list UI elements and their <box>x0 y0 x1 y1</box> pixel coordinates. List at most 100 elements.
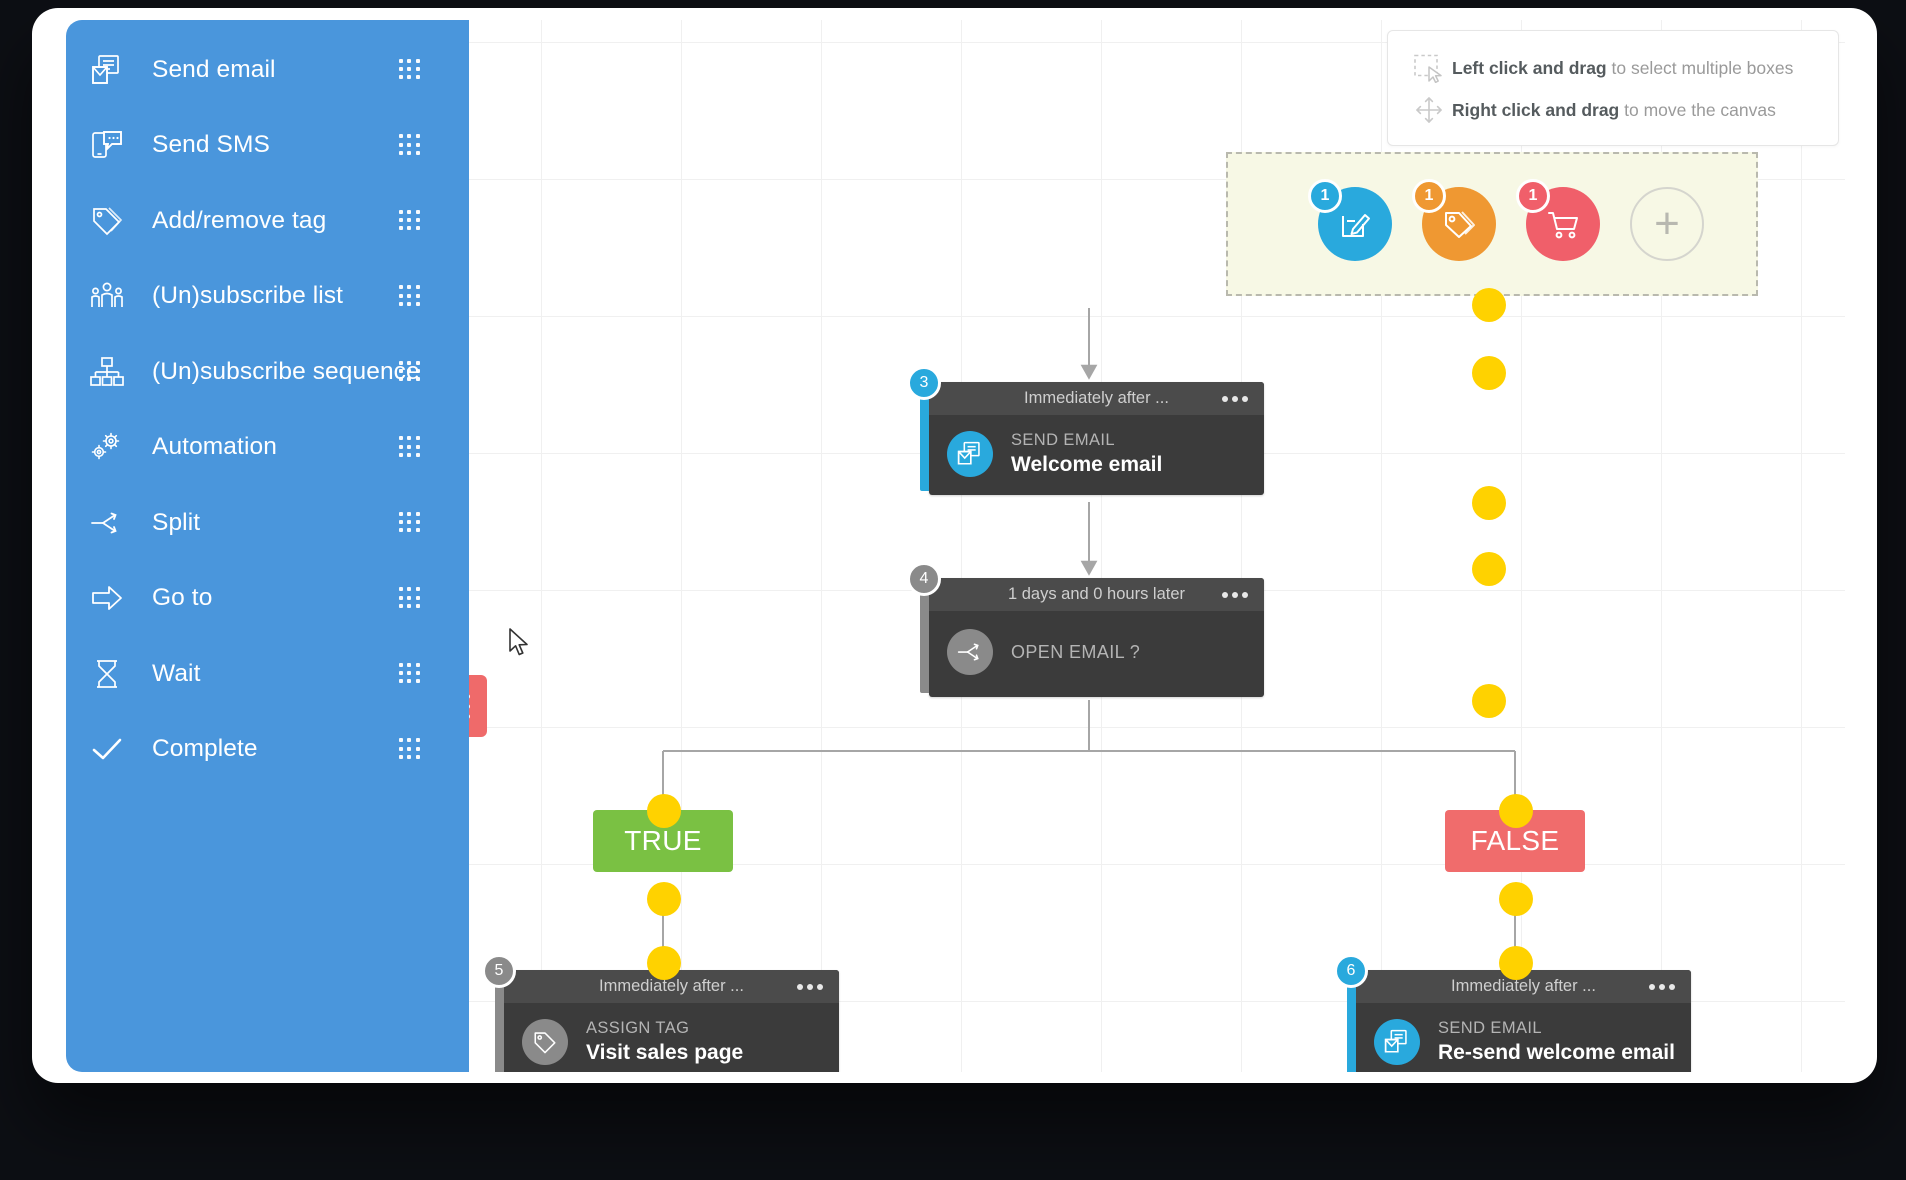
starting-rule-count: 1 <box>1308 179 1342 213</box>
action-palette-sidebar: Send email Send SMS Add/remove tag (Un)s… <box>66 20 469 1072</box>
node-accent-stripe <box>920 386 929 491</box>
connector-dot[interactable] <box>647 946 681 980</box>
starting-rule-cart[interactable]: 1 <box>1516 179 1600 261</box>
arrow-right-icon <box>84 576 130 620</box>
help-text: Left click and drag to select multiple b… <box>1452 58 1793 79</box>
drag-handle[interactable] <box>399 511 421 534</box>
node-body: SEND EMAIL Re-send welcome email <box>1356 1003 1691 1072</box>
help-row-right-click: Right click and drag to move the canvas <box>1406 89 1822 131</box>
branch-label: FALSE <box>1470 825 1560 856</box>
node-timing-label: Immediately after ... <box>1451 977 1596 995</box>
marquee-select-icon <box>1406 53 1452 83</box>
gears-icon <box>84 425 130 469</box>
connector-dot[interactable] <box>1472 684 1506 718</box>
connector-dot[interactable] <box>647 882 681 916</box>
sidebar-collapse-tab[interactable] <box>469 675 487 737</box>
help-bold: Right click and drag <box>1452 99 1620 120</box>
node-kind-label: SEND EMAIL <box>1438 1019 1542 1037</box>
sidebar-item-label: (Un)subscribe sequence <box>152 357 420 385</box>
sidebar-item-go-to[interactable]: Go to <box>66 561 469 637</box>
hourglass-icon <box>84 652 130 696</box>
node-text-block: ASSIGN TAG Visit sales page <box>586 1017 743 1067</box>
email-icon <box>84 48 130 92</box>
node-menu-icon[interactable] <box>1649 983 1675 990</box>
node-accent-stripe <box>920 582 929 693</box>
app-root: Send email Send SMS Add/remove tag (Un)s… <box>0 0 1906 1180</box>
connector-dot[interactable] <box>1472 356 1506 390</box>
split-icon <box>84 501 130 545</box>
sidebar-item-label: Automation <box>152 433 277 461</box>
email-icon <box>947 430 993 477</box>
flow-node-open-email-split[interactable]: 4 1 days and 0 hours later OPEN EMAIL ? <box>907 562 1264 697</box>
workflow-canvas[interactable]: Left click and drag to select multiple b… <box>469 20 1845 1072</box>
connector-dot[interactable] <box>1472 486 1506 520</box>
node-name-label: Re-send welcome email <box>1438 1041 1675 1065</box>
connector-dot[interactable] <box>1472 552 1506 586</box>
add-starting-rule-button[interactable]: + <box>1630 187 1704 261</box>
sidebar-item-send-email[interactable]: Send email <box>66 32 469 108</box>
help-text: Right click and drag to move the canvas <box>1452 100 1776 121</box>
starting-rule-tag[interactable]: 1 <box>1412 179 1496 261</box>
connector-dot[interactable] <box>1499 946 1533 980</box>
node-body: OPEN EMAIL ? <box>929 611 1264 697</box>
help-row-left-click: Left click and drag to select multiple b… <box>1406 47 1822 89</box>
node-menu-icon[interactable] <box>797 983 823 990</box>
drag-handle[interactable] <box>399 209 421 232</box>
node-sequence-badge: 3 <box>907 366 941 400</box>
drag-handle[interactable] <box>399 58 421 81</box>
node-body: SEND EMAIL Welcome email <box>929 415 1264 495</box>
connector-dot[interactable] <box>1499 794 1533 828</box>
browser-window-frame: Send email Send SMS Add/remove tag (Un)s… <box>32 8 1877 1083</box>
node-sequence-badge: 4 <box>907 562 941 596</box>
drag-handle[interactable] <box>399 134 421 156</box>
node-name-label: Visit sales page <box>586 1041 744 1065</box>
email-icon <box>1374 1018 1420 1065</box>
sidebar-item-label: Send SMS <box>152 131 270 159</box>
connector-dot[interactable] <box>1472 288 1506 322</box>
node-body: ASSIGN TAG Visit sales page <box>504 1003 839 1072</box>
connector-dot[interactable] <box>1499 882 1533 916</box>
drag-handle[interactable] <box>399 587 421 609</box>
flow-node-send-email-welcome[interactable]: 3 Immediately after ... SEND EMAIL Welco… <box>907 366 1264 495</box>
node-sequence-badge: 5 <box>482 954 516 988</box>
sidebar-item-send-sms[interactable]: Send SMS <box>66 108 469 184</box>
sidebar-item-automation[interactable]: Automation <box>66 410 469 486</box>
starting-rule-count: 1 <box>1412 179 1446 213</box>
node-kind-label: OPEN EMAIL ? <box>1011 641 1141 662</box>
mouse-cursor-icon <box>508 628 530 663</box>
sidebar-item-unsubscribe-list[interactable]: (Un)subscribe list <box>66 259 469 335</box>
connector-dot[interactable] <box>647 794 681 828</box>
sidebar-item-split[interactable]: Split <box>66 485 469 561</box>
node-timing-label: Immediately after ... <box>599 977 744 995</box>
node-timing-label: 1 days and 0 hours later <box>1007 585 1186 603</box>
node-kind-label: SEND EMAIL <box>1011 431 1115 449</box>
node-kind-label: ASSIGN TAG <box>586 1019 690 1037</box>
flow-node-assign-tag-visit-sales-page[interactable]: 5 Immediately after ... ASSIGN TAG Visit… <box>482 954 839 1072</box>
help-bold: Left click and drag <box>1452 57 1607 78</box>
sidebar-item-unsubscribe-sequence[interactable]: (Un)subscribe sequence <box>66 334 469 410</box>
sidebar-item-wait[interactable]: Wait <box>66 636 469 712</box>
sidebar-item-complete[interactable]: Complete <box>66 712 469 788</box>
branch-label: TRUE <box>624 825 702 856</box>
sidebar-item-add-remove-tag[interactable]: Add/remove tag <box>66 183 469 259</box>
drag-handle[interactable] <box>399 662 421 685</box>
node-header: Immediately after ... <box>929 382 1264 415</box>
check-icon <box>84 727 130 771</box>
drag-handle[interactable] <box>399 738 421 760</box>
flow-node-send-email-resend-welcome[interactable]: 6 Immediately after ... SEND EMAIL Re-se… <box>1334 954 1691 1072</box>
drag-handle[interactable] <box>399 436 421 458</box>
starting-rule-count: 1 <box>1516 179 1550 213</box>
node-menu-icon[interactable] <box>1222 591 1248 598</box>
sidebar-item-label: Send email <box>152 55 276 83</box>
node-text-block: SEND EMAIL Welcome email <box>1011 429 1162 479</box>
starting-rule-form[interactable]: 1 <box>1308 179 1392 261</box>
node-menu-icon[interactable] <box>1222 395 1248 402</box>
node-text-block: OPEN EMAIL ? <box>1011 640 1140 664</box>
tag-icon <box>84 199 130 243</box>
starting-rules-box[interactable]: 1 1 1 + <box>1226 152 1758 296</box>
app-viewport: Send email Send SMS Add/remove tag (Un)s… <box>66 20 1845 1072</box>
sidebar-item-label: Go to <box>152 584 213 612</box>
drag-handle[interactable] <box>399 360 421 383</box>
drag-handle[interactable] <box>399 285 421 307</box>
split-icon <box>947 629 993 675</box>
